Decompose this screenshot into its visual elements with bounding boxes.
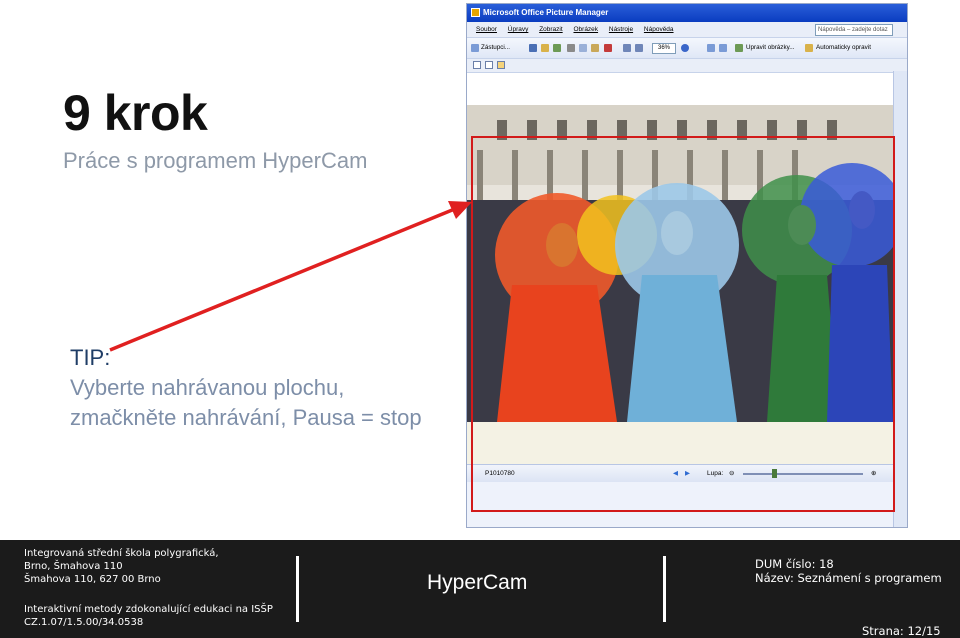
footer-dum-number: DUM číslo: 18 [755, 557, 834, 571]
footer-topic: HyperCam [427, 571, 528, 594]
footer-school-line-1: Integrovaná střední škola polygrafická, [24, 548, 219, 559]
footer-project-line-2: CZ.1.07/1.5.00/34.0538 [24, 617, 144, 628]
footer-school-line-2: Brno, Šmahova 110 [24, 561, 123, 572]
footer-divider-right [663, 556, 666, 622]
footer-dum-name: Název: Seznámení s programem [755, 571, 942, 585]
footer: Integrovaná střední škola polygrafická, … [0, 540, 960, 638]
footer-school: Integrovaná střední škola polygrafická, … [24, 547, 219, 586]
footer-divider-left [296, 556, 299, 622]
footer-project: Interaktivní metody zdokonalující edukac… [24, 603, 273, 629]
footer-school-line-3: Šmahova 110, 627 00 Brno [24, 574, 161, 585]
footer-dum: DUM číslo: 18 Název: Seznámení s program… [755, 557, 942, 585]
arrow-line [109, 204, 463, 352]
footer-project-line-1: Interaktivní metody zdokonalující edukac… [24, 604, 273, 615]
footer-page-number: Strana: 12/15 [862, 624, 941, 638]
